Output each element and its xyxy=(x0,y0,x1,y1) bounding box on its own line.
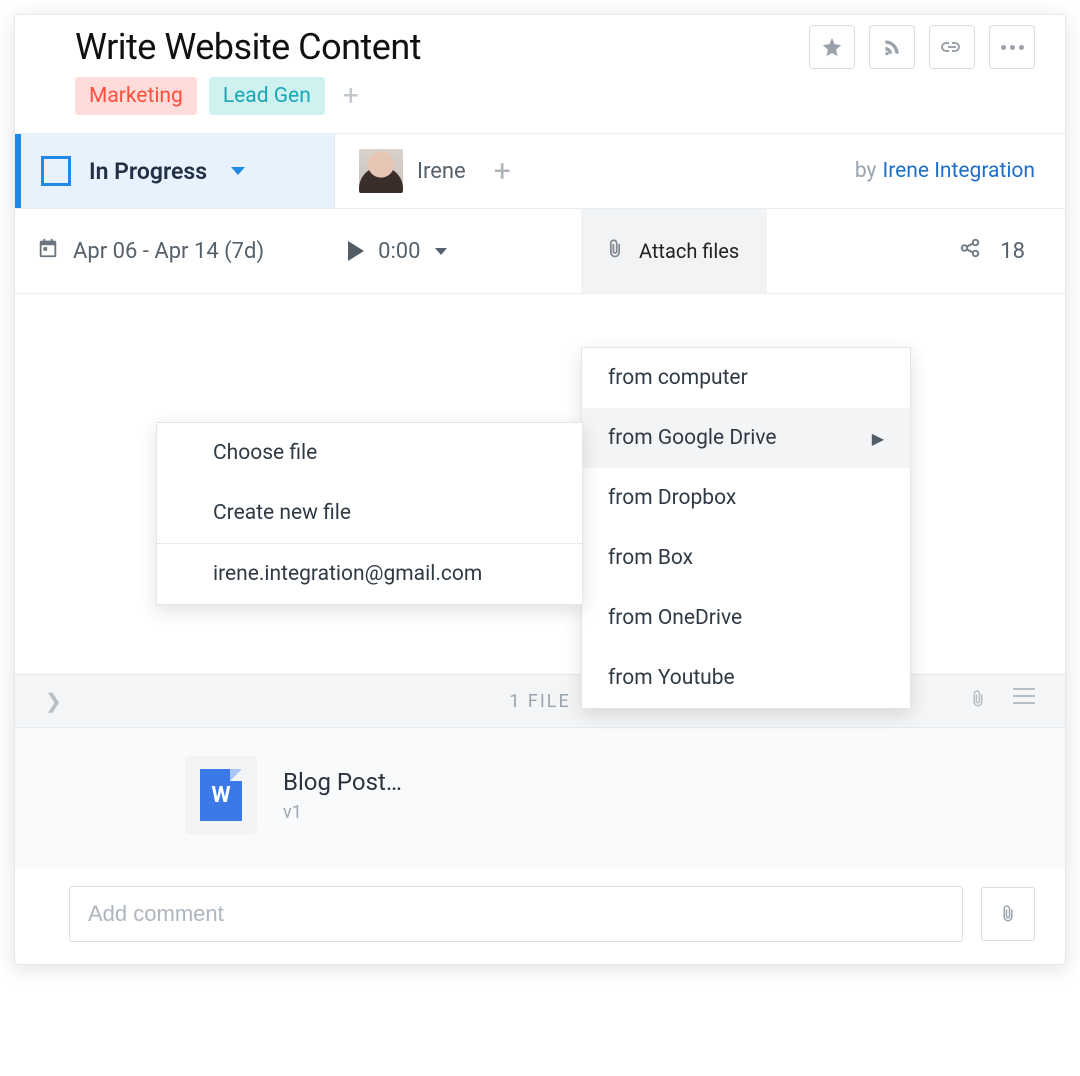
date-range-text: Apr 06 - Apr 14 (7d) xyxy=(73,239,264,264)
file-count-label: 1 FILE xyxy=(509,691,570,712)
author-link[interactable]: Irene Integration xyxy=(883,159,1036,183)
attach-option-box[interactable]: from Box xyxy=(582,528,910,588)
status-bar: In Progress Irene + by Irene Integration xyxy=(15,133,1065,208)
chevron-right-icon: ▶ xyxy=(872,429,884,448)
tag-marketing[interactable]: Marketing xyxy=(75,77,197,115)
status-caret-icon[interactable] xyxy=(231,167,245,175)
file-list-view-icon[interactable] xyxy=(1013,688,1035,715)
attach-option-computer[interactable]: from computer xyxy=(582,348,910,408)
add-tag-button[interactable]: + xyxy=(337,82,365,110)
date-range[interactable]: Apr 06 - Apr 14 (7d) xyxy=(15,237,286,265)
timer-caret-icon xyxy=(435,248,447,255)
play-icon xyxy=(348,241,364,261)
expand-chevron-icon[interactable]: ❯ xyxy=(45,689,62,713)
attach-label: Attach files xyxy=(639,239,739,263)
attach-option-dropbox[interactable]: from Dropbox xyxy=(582,468,910,528)
gd-choose-file[interactable]: Choose file xyxy=(157,423,582,483)
assignee-name: Irene xyxy=(417,159,466,184)
assignee-avatar[interactable] xyxy=(359,149,403,193)
attach-option-google-drive[interactable]: from Google Drive ▶ xyxy=(582,408,910,468)
share-count-value: 18 xyxy=(1000,239,1025,264)
complete-checkbox[interactable] xyxy=(41,156,71,186)
tags-row: Marketing Lead Gen + xyxy=(15,71,1065,133)
link-icon[interactable] xyxy=(929,25,975,69)
timer[interactable]: 0:00 xyxy=(326,239,468,264)
author-prefix: by xyxy=(855,159,877,183)
file-version: v1 xyxy=(283,802,402,823)
star-icon[interactable] xyxy=(809,25,855,69)
author-cell: by Irene Integration xyxy=(825,134,1065,208)
comment-input[interactable] xyxy=(69,886,963,942)
assignee-cell: Irene + xyxy=(335,134,535,208)
status-cell[interactable]: In Progress xyxy=(15,134,335,208)
file-item[interactable]: W Blog Post… v1 xyxy=(15,728,1065,868)
attach-option-gd-label: from Google Drive xyxy=(608,426,777,450)
file-thumbnail: W xyxy=(185,756,257,834)
rss-icon[interactable] xyxy=(869,25,915,69)
status-label: In Progress xyxy=(89,158,207,185)
file-meta: Blog Post… v1 xyxy=(283,768,402,823)
timer-value: 0:00 xyxy=(378,239,420,264)
attach-menu: from computer from Google Drive ▶ from D… xyxy=(581,347,911,709)
gd-account-email[interactable]: irene.integration@gmail.com xyxy=(157,544,582,604)
google-drive-submenu: Choose file Create new file irene.integr… xyxy=(156,422,583,605)
attach-option-youtube[interactable]: from Youtube xyxy=(582,648,910,708)
paperclip-icon xyxy=(605,237,625,266)
gd-create-new-file[interactable]: Create new file xyxy=(157,483,582,543)
task-card: Write Website Content Marketing Lead Gen… xyxy=(14,14,1066,965)
attach-files-button[interactable]: Attach files xyxy=(581,209,767,293)
attach-option-onedrive[interactable]: from OneDrive xyxy=(582,588,910,648)
tag-lead-gen[interactable]: Lead Gen xyxy=(209,77,325,115)
file-name: Blog Post… xyxy=(283,768,402,796)
more-icon[interactable] xyxy=(989,25,1035,69)
comment-attach-button[interactable] xyxy=(981,887,1035,941)
share-icon xyxy=(958,237,982,265)
comment-row xyxy=(15,868,1065,964)
add-assignee-button[interactable]: + xyxy=(494,154,511,189)
header: Write Website Content xyxy=(15,15,1065,71)
meta-bar: Apr 06 - Apr 14 (7d) 0:00 Attach files 1… xyxy=(15,208,1065,294)
calendar-icon xyxy=(37,237,59,265)
task-title[interactable]: Write Website Content xyxy=(75,26,421,68)
share-count[interactable]: 18 xyxy=(958,237,1065,265)
word-doc-icon: W xyxy=(200,769,242,821)
header-actions xyxy=(809,25,1035,69)
file-attach-icon[interactable] xyxy=(969,688,987,715)
